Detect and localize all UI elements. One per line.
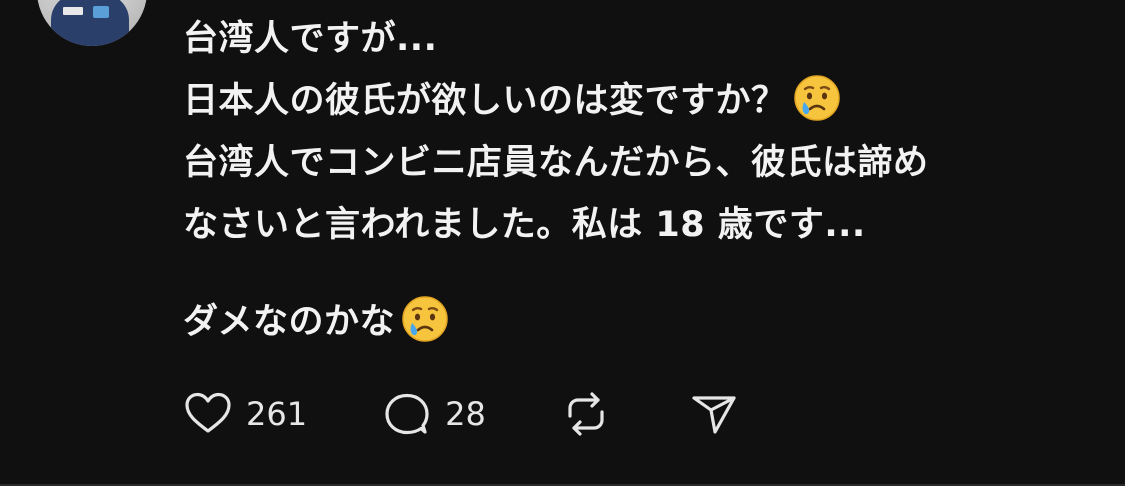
share-button[interactable] bbox=[688, 388, 740, 440]
like-count: 261 bbox=[246, 395, 308, 433]
post-line-4: なさいと言われました。私は 18 歳です... bbox=[183, 205, 866, 245]
repost-icon bbox=[568, 392, 604, 436]
like-button[interactable]: 261 bbox=[182, 388, 307, 440]
reply-button[interactable]: 28 bbox=[381, 388, 486, 440]
avatar-badge bbox=[93, 6, 109, 18]
post-line-2: 日本人の彼氏が欲しいのは変ですか？ bbox=[183, 70, 1113, 132]
crying-face-icon bbox=[793, 75, 840, 121]
send-icon bbox=[692, 396, 736, 434]
post-line-1: 台湾人ですが... bbox=[183, 19, 438, 59]
crying-face-icon bbox=[402, 296, 448, 342]
speech-bubble-icon bbox=[385, 393, 429, 435]
post-body: 台湾人ですが... 日本人の彼氏が欲しいのは変ですか？ 台湾人でコンビニ店員なん… bbox=[183, 8, 1113, 353]
thread-post: 台湾人ですが... 日本人の彼氏が欲しいのは変ですか？ 台湾人でコンビニ店員なん… bbox=[0, 0, 1125, 486]
post-line-3: 台湾人でコンビニ店員なんだから、彼氏は諦め bbox=[183, 143, 929, 183]
avatar-name-tag bbox=[63, 7, 83, 15]
repost-button[interactable] bbox=[560, 388, 612, 440]
heart-icon bbox=[185, 392, 231, 433]
reply-count: 28 bbox=[445, 395, 486, 433]
avatar[interactable] bbox=[37, 0, 147, 46]
post-line-5: ダメなのかな bbox=[183, 291, 1113, 353]
post-actions: 261 28 bbox=[182, 389, 740, 439]
